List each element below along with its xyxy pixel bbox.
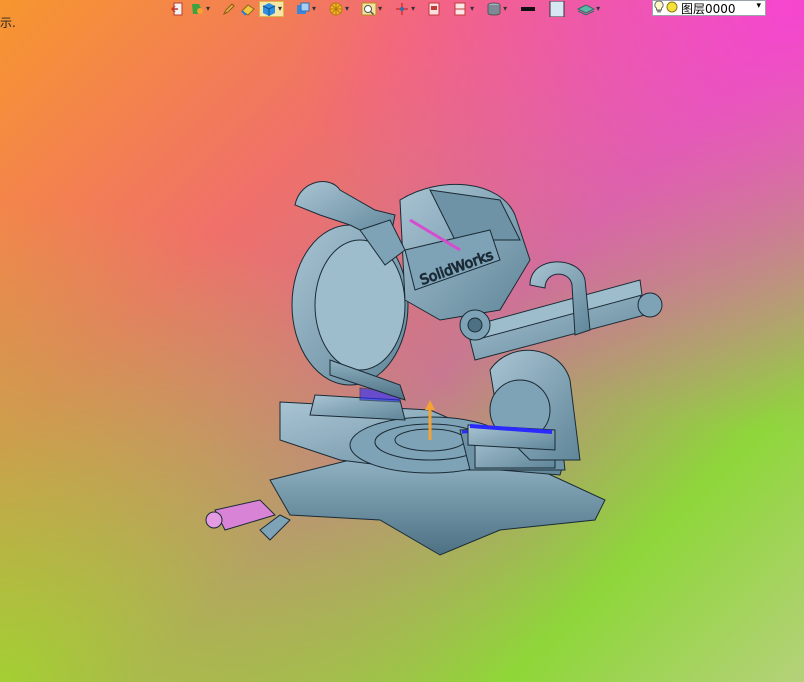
status-text: 示.	[0, 16, 16, 30]
shaded-mode-button[interactable]: ▾	[259, 0, 285, 17]
layers-button[interactable]: ▾	[576, 1, 601, 17]
display-object-button[interactable]: ▾	[485, 1, 508, 17]
motor-body: SolidWorks	[399, 183, 531, 321]
bevel-knob	[459, 309, 491, 341]
line-weight-button[interactable]	[518, 1, 538, 17]
lightbulb-icon	[653, 0, 665, 17]
eraser-icon	[240, 2, 256, 16]
chevron-down-icon: ▾	[503, 3, 508, 13]
clip-button[interactable]	[426, 1, 442, 17]
pencil-icon	[222, 2, 236, 16]
color-swatch-icon	[549, 0, 565, 17]
chevron-down-icon: ▾	[411, 3, 416, 13]
cube-shaded-icon	[261, 2, 277, 16]
axis-icon	[394, 2, 410, 16]
layer-color-icon	[665, 0, 679, 17]
exit-button[interactable]	[170, 1, 186, 17]
layer-name: 图层0000	[681, 1, 736, 16]
chevron-down-icon: ▾	[596, 3, 601, 13]
chevron-down-icon: ▾	[206, 3, 211, 13]
cube-view-icon	[295, 2, 311, 16]
layers-icon	[577, 2, 596, 16]
axis-button[interactable]: ▾	[393, 1, 416, 17]
chevron-down-icon: ▾	[312, 3, 317, 13]
line-weight-icon	[519, 2, 537, 16]
paint-icon	[189, 2, 205, 16]
pencil-button[interactable]	[221, 1, 237, 17]
section-icon	[453, 2, 469, 16]
miter-saw-model[interactable]: SolidWorks	[200, 170, 700, 560]
zoom-frame-icon	[361, 2, 377, 16]
color-button[interactable]	[548, 0, 566, 17]
chevron-down-icon: ▾	[378, 3, 383, 13]
front-handle	[205, 499, 291, 541]
chevron-down-icon: ▾	[756, 1, 761, 11]
chevron-down-icon: ▾	[470, 3, 475, 13]
view-toolbar: ▾ ▾ ▾ ▾ ▾ ▾ ▾ ▾ ▾	[170, 0, 601, 17]
graphics-viewport[interactable]: 示. ▾ ▾ ▾ ▾ ▾ ▾ ▾ ▾ ▾ 图层0000 ▾ SolidWorks	[0, 0, 804, 682]
section-button[interactable]: ▾	[452, 1, 475, 17]
eraser-button[interactable]	[239, 1, 257, 17]
cylinder-icon	[486, 2, 502, 16]
exit-icon	[171, 2, 185, 16]
lighting-button[interactable]: ▾	[327, 1, 350, 17]
paint-button[interactable]: ▾	[188, 1, 211, 17]
layer-dropdown[interactable]: 图层0000 ▾	[652, 0, 766, 16]
sun-icon	[328, 2, 344, 16]
view-orientation-button[interactable]: ▾	[294, 1, 317, 17]
chevron-down-icon: ▾	[345, 3, 350, 13]
chevron-down-icon: ▾	[278, 3, 283, 13]
clip-icon	[427, 2, 441, 16]
zoom-window-button[interactable]: ▾	[360, 1, 383, 17]
